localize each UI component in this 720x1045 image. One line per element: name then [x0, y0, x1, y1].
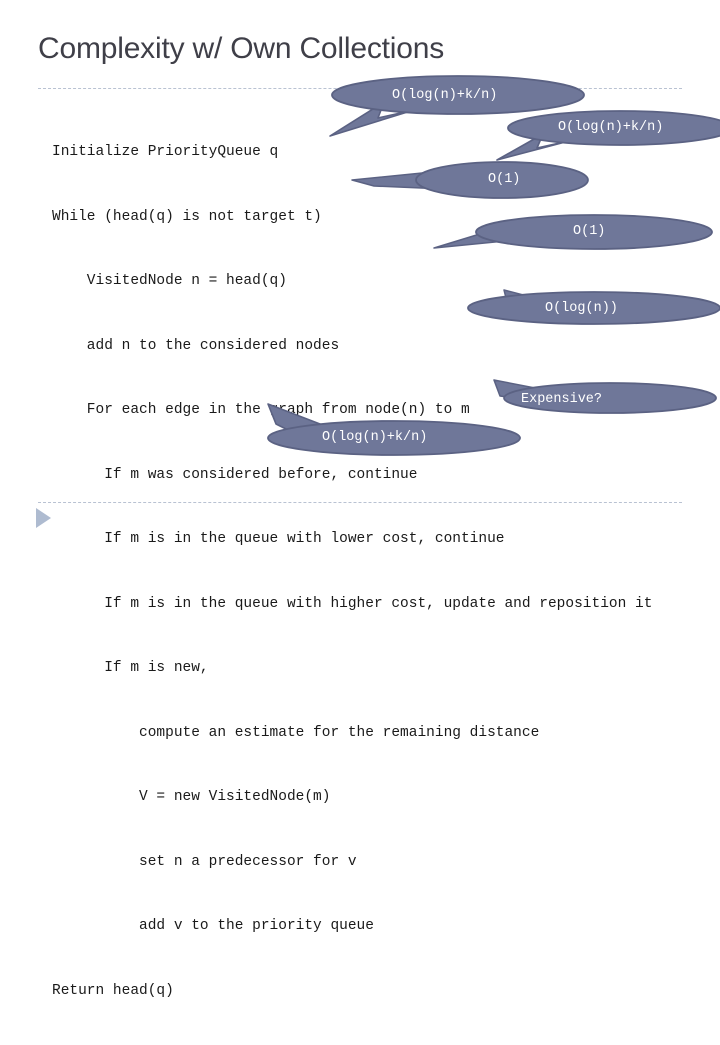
callout-body	[467, 291, 720, 325]
code-line: If m was considered before, continue	[52, 466, 418, 483]
callout-bubble[interactable]	[262, 400, 524, 462]
callout-body	[415, 161, 589, 199]
callout-bubble[interactable]	[495, 108, 720, 168]
code-line: add n to the considered nodes	[52, 337, 340, 354]
code-line: add v to the priority queue	[52, 918, 374, 934]
callout-bubble[interactable]	[462, 286, 720, 338]
callout-body	[507, 110, 720, 146]
slide: Complexity w/ Own Collections Initialize…	[0, 0, 720, 999]
code-line: Return head(q)	[52, 982, 174, 999]
callout-body	[503, 382, 717, 414]
code-line: V = new VisitedNode(m)	[52, 789, 331, 805]
play-triangle-icon	[36, 508, 51, 528]
code-line: compute an estimate for the remaining di…	[52, 724, 540, 741]
callout-body	[267, 420, 521, 456]
callout-body	[475, 214, 713, 250]
callout-bubble[interactable]	[350, 160, 600, 216]
code-line: set n a predecessor for v	[52, 853, 357, 870]
code-line: If m is in the queue with higher cost, u…	[52, 595, 653, 612]
callout-bubble[interactable]	[432, 214, 720, 266]
code-line: If m is new,	[52, 660, 209, 676]
page-title: Complexity w/ Own Collections	[38, 32, 444, 65]
